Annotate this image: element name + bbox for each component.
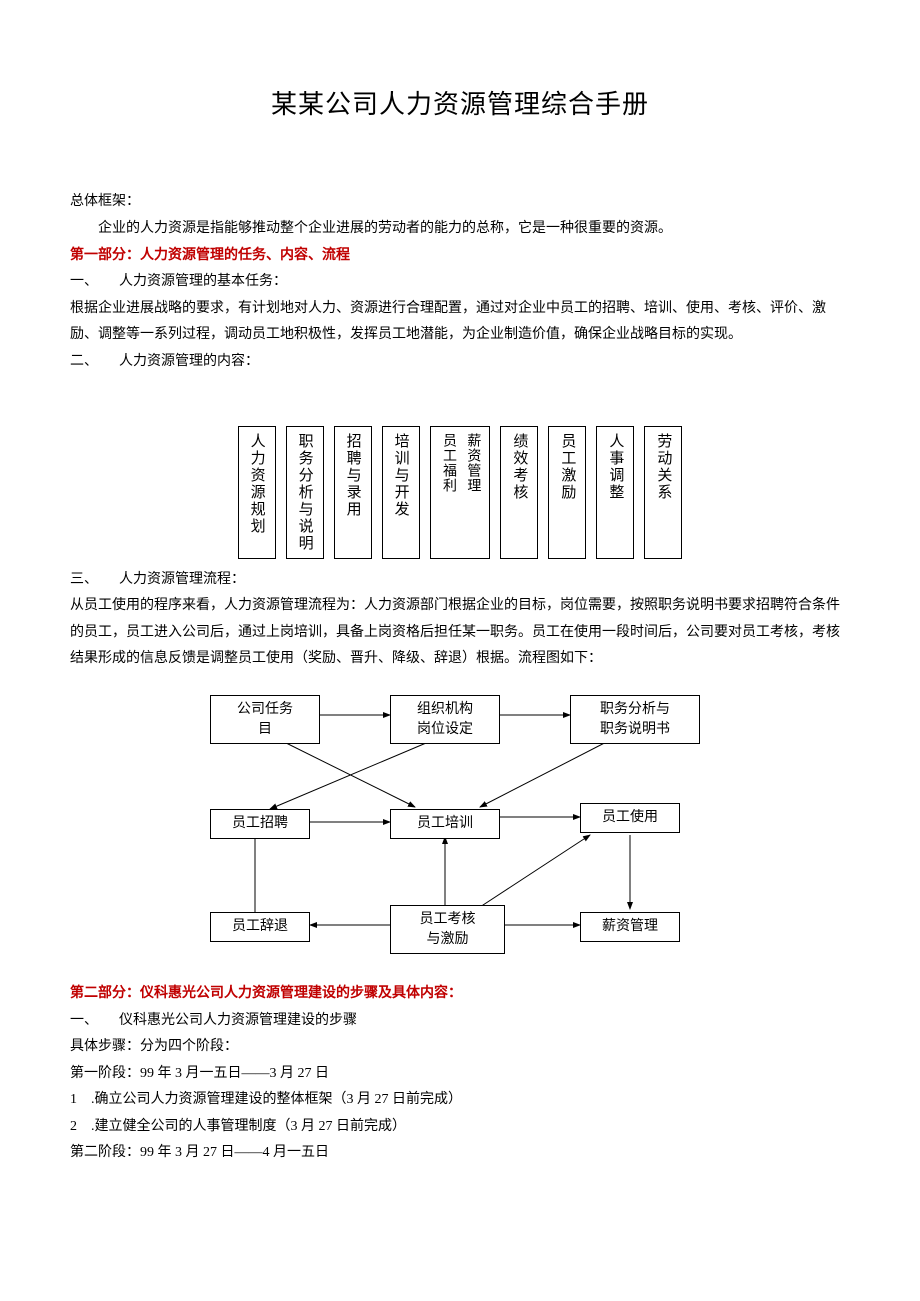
content-box: 培训与开发 [382, 426, 420, 559]
content-box-text: 人力资源规划 [245, 433, 269, 535]
content-box-text: 人事调整 [603, 433, 627, 501]
sec1-label: 一、 人力资源管理的基本任务： [70, 269, 850, 296]
flow-node: 职务分析与职务说明书 [570, 695, 700, 744]
content-box: 绩效考核 [500, 426, 538, 559]
flow-node: 员工招聘 [210, 809, 310, 839]
content-box-text: 员工激励 [555, 433, 579, 501]
intro-body: 企业的人力资源是指能够推动整个企业进展的劳动者的能力的总称，它是一种很重要的资源… [70, 216, 850, 243]
content-box: 人事调整 [596, 426, 634, 559]
sec2-label: 二、 人力资源管理的内容： [70, 349, 850, 376]
part1-heading: 第一部分：人力资源管理的任务、内容、流程 [70, 243, 850, 270]
flow-node: 员工辞退 [210, 912, 310, 942]
content-boxes-row: 人力资源规划 职务分析与说明 招聘与录用 培训与开发 员工福利 薪资管理 绩效考… [70, 426, 850, 559]
content-box-text: 招聘与录用 [341, 433, 365, 518]
content-box-text: 薪资管理 [461, 433, 483, 493]
content-box: 劳动关系 [644, 426, 682, 559]
flow-node: 员工使用 [580, 803, 680, 833]
page-title: 某某公司人力资源管理综合手册 [70, 80, 850, 129]
p2-steps-label: 具体步骤：分为四个阶段： [70, 1034, 850, 1061]
p2-item2: 2 .建立健全公司的人事管理制度（3 月 27 日前完成） [70, 1114, 850, 1141]
content-box: 招聘与录用 [334, 426, 372, 559]
content-box-text: 劳动关系 [651, 433, 675, 501]
content-box-double: 员工福利 薪资管理 [430, 426, 491, 559]
flow-node: 薪资管理 [580, 912, 680, 942]
p2-item1: 1 .确立公司人力资源管理建设的整体框架（3 月 27 日前完成） [70, 1087, 850, 1114]
content-box: 员工激励 [548, 426, 586, 559]
content-box-text: 职务分析与说明 [293, 433, 317, 552]
content-box-text: 绩效考核 [507, 433, 531, 501]
flow-node: 公司任务目 [210, 695, 320, 744]
part2-heading: 第二部分：仪科惠光公司人力资源管理建设的步骤及具体内容： [70, 981, 850, 1008]
content-box: 职务分析与说明 [286, 426, 324, 559]
flow-node: 员工培训 [390, 809, 500, 839]
p2-sec1-label: 一、 仪科惠光公司人力资源管理建设的步骤 [70, 1008, 850, 1035]
flow-node: 组织机构岗位设定 [390, 695, 500, 744]
intro-label: 总体框架： [70, 189, 850, 216]
sec3-label: 三、 人力资源管理流程： [70, 567, 850, 594]
sec3-body: 从员工使用的程序来看，人力资源管理流程为：人力资源部门根据企业的目标，岗位需要，… [70, 593, 850, 673]
content-box-text: 员工福利 [437, 433, 459, 493]
p2-stage2: 第二阶段：99 年 3 月 27 日——4 月一五日 [70, 1140, 850, 1167]
sec1-body: 根据企业进展战略的要求，有计划地对人力、资源进行合理配置，通过对企业中员工的招聘… [70, 296, 850, 349]
flow-node: 员工考核与激励 [390, 905, 505, 954]
flowchart: 公司任务目 组织机构岗位设定 职务分析与职务说明书 员工招聘 员工培训 员工使用… [180, 687, 740, 977]
content-box-text: 培训与开发 [389, 433, 413, 518]
p2-stage1: 第一阶段：99 年 3 月一五日——3 月 27 日 [70, 1061, 850, 1088]
content-box: 人力资源规划 [238, 426, 276, 559]
